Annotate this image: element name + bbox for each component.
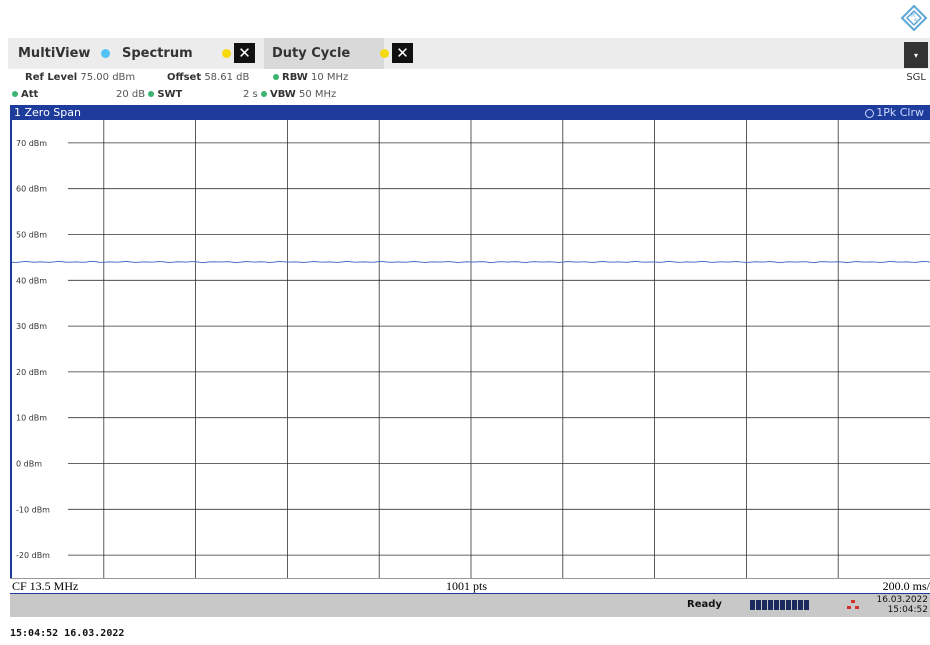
spectrum-indicator-icon [101, 49, 110, 58]
att-value: 20 dB SWT [116, 89, 183, 100]
sgl-indicator: SGL [906, 72, 926, 83]
time-per-division: 200.0 ms/ [882, 579, 930, 593]
spectrum-status-icon [222, 49, 231, 58]
rbw-coupled-icon [273, 74, 279, 80]
status-datetime: 16.03.2022 15:04:52 [876, 595, 928, 615]
y-tick-label: 10 dBm [16, 414, 47, 423]
rs-logo-icon: R S [900, 4, 928, 32]
window-title-bar: 1 Zero Span 1Pk Clrw [10, 105, 930, 120]
progress-meter [750, 600, 810, 610]
tab-bar: MultiView Spectrum ✕ Duty Cycle ✕ [8, 38, 930, 69]
att: Att [12, 89, 38, 100]
y-tick-label: 30 dBm [16, 322, 47, 331]
svg-text:S: S [914, 18, 918, 25]
duty-cycle-status-icon [380, 49, 389, 58]
y-tick-label: 20 dBm [16, 368, 47, 377]
chart-svg: 70 dBm 60 dBm 50 dBm 40 dBm 30 dBm 20 dBm 10 d… [11, 120, 930, 578]
ref-level: Ref Level 75.00 dBm [25, 72, 136, 83]
y-tick-label: 50 dBm [16, 231, 47, 240]
sweep-points: 1001 pts [446, 579, 488, 593]
trace-line [11, 260, 930, 264]
y-tick-label: 70 dBm [16, 139, 47, 148]
y-tick-label: 60 dBm [16, 185, 47, 194]
tab-spectrum[interactable]: Spectrum [122, 38, 193, 69]
rbw: RBW 10 MHz [273, 72, 348, 83]
tab-multiview[interactable]: MultiView [18, 38, 90, 69]
window-title: 1 Zero Span [14, 106, 81, 119]
y-tick-label: 0 dBm [16, 460, 42, 469]
vbw-coupled-icon [260, 91, 267, 97]
footer-timestamp: 15:04:52 16.03.2022 [10, 628, 125, 639]
y-tick-label: -10 dBm [16, 505, 50, 514]
close-spectrum-tab-button[interactable]: ✕ [234, 43, 255, 63]
trace-indicator: 1Pk Clrw [865, 105, 924, 120]
swt-coupled-icon [148, 91, 155, 97]
y-tick-label: 40 dBm [16, 276, 47, 285]
chevron-down-icon: ▾ [913, 50, 918, 60]
menu-dropdown-button[interactable]: ▾ [904, 42, 928, 68]
center-frequency: CF 13.5 MHz [12, 579, 79, 593]
att-coupled-icon [12, 91, 18, 97]
y-tick-label: -20 dBm [16, 551, 50, 560]
tab-duty-cycle[interactable]: Duty Cycle [264, 38, 384, 69]
ready-status: Ready [687, 599, 722, 610]
measurement-parameters: Ref Level 75.00 dBm Offset 58.61 dB RBW … [8, 70, 930, 105]
x-axis-info-bar: CF 13.5 MHz 1001 pts 200.0 ms/ [10, 578, 930, 595]
close-icon: ✕ [396, 44, 409, 62]
swt-value: 2 s VBW 50 MHz [243, 89, 337, 100]
network-icon [847, 600, 859, 609]
zero-span-plot[interactable]: 70 dBm 60 dBm 50 dBm 40 dBm 30 dBm 20 dBm 10 d… [10, 120, 930, 578]
close-icon: ✕ [238, 44, 251, 62]
close-duty-cycle-tab-button[interactable]: ✕ [392, 43, 413, 63]
trace-dot-icon [865, 108, 875, 118]
offset: Offset 58.61 dB [167, 72, 250, 83]
status-bar: Ready 16.03.2022 15:04:52 [10, 594, 930, 617]
